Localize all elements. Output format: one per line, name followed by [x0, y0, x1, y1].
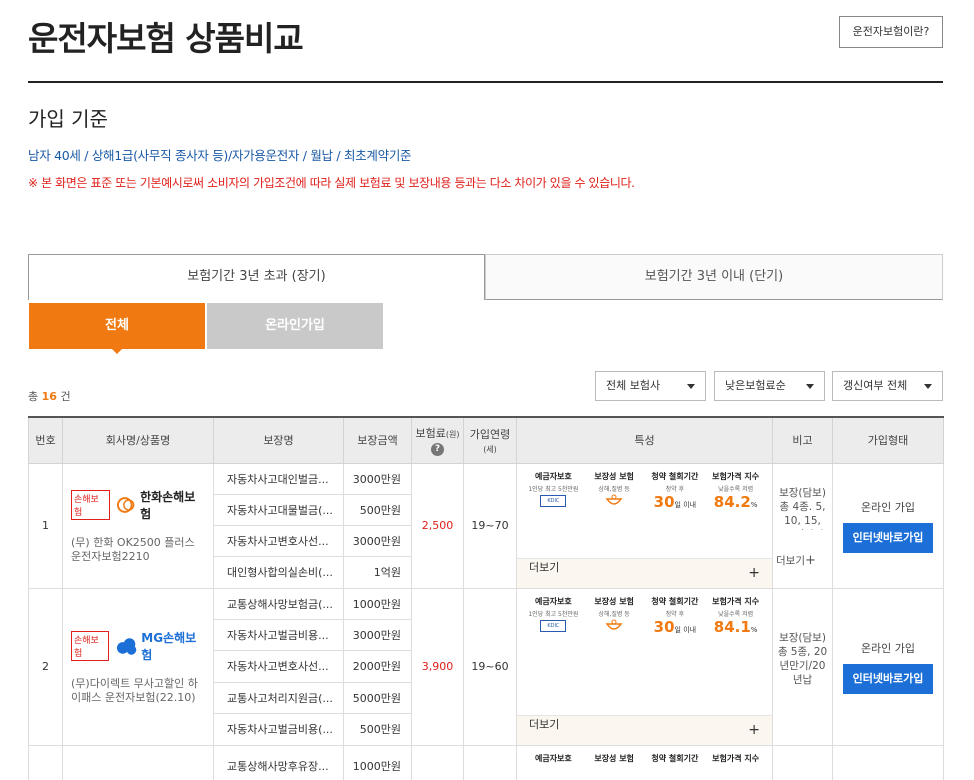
table-row: 교통상해사망후유장... 1000만원 예금자보호 보장성 보험 청약 철회기간 보험…	[28, 744, 944, 780]
coverage-name: 자동차사고벌금비용...	[213, 618, 344, 652]
coverage-amount: 1억원	[343, 556, 412, 589]
product-name: (무) 한화 OK2500 플러스 운전자보험2210	[71, 535, 195, 563]
more-button[interactable]: 더보기 +	[517, 557, 772, 588]
coverage-name: 교통사고처리지원금(...	[213, 681, 344, 715]
chevron-down-icon	[924, 384, 932, 389]
coverage-amount: 3000만원	[343, 618, 412, 652]
hanwha-logo: 한화손해보험	[116, 488, 206, 522]
coverage-amount: 1000만원	[343, 744, 412, 780]
join-cell: 온라인 가입 인터넷바로가입	[832, 462, 944, 589]
company-cell: 손해보험 MG손해보험 (무)다이렉트 무사고할인 하이패스 운전자보험(22.1…	[62, 587, 214, 746]
premium: 2,500	[411, 462, 464, 589]
withdraw-period-feature: 청약 철회기간 청약 후 30일 이내	[651, 596, 699, 636]
col-coverage: 보장명	[213, 416, 344, 464]
coverage-amount: 5000만원	[343, 681, 412, 715]
col-premium: 보험료(원)?	[411, 416, 464, 464]
withdraw-period-feature: 청약 철회기간 청약 후 30일 이내	[651, 471, 699, 511]
coverage-name: 자동차사고대물벌금(...	[213, 493, 344, 527]
plus-icon: +	[748, 564, 760, 581]
coverage-amount: 1000만원	[343, 587, 412, 620]
join-cell: 온라인 가입 인터넷바로가입	[832, 587, 944, 746]
product-name: (무)다이렉트 무사고할인 하이패스 운전자보험(22.10)	[71, 676, 198, 704]
tab-long-term[interactable]: 보험기간 3년 초과 (장기)	[28, 254, 485, 300]
chevron-down-icon	[806, 384, 814, 389]
col-note: 비고	[772, 416, 833, 464]
note-cell: 보장(담보) 총 5종, 20년만기/20년납	[772, 587, 833, 746]
row-no: 2	[28, 587, 63, 746]
company-select[interactable]: 전체 보험사	[595, 371, 706, 401]
coverage-name: 자동차사고변호사선...	[213, 524, 344, 558]
bowl-icon	[605, 494, 623, 505]
kdic-badge-icon: KDIC	[540, 494, 567, 507]
subtab-online[interactable]: 온라인가입	[207, 303, 383, 349]
coverage-name: 교통상해사망후유장...	[213, 744, 344, 780]
premium: 3,900	[411, 587, 464, 746]
renew-select[interactable]: 갱신여부 전체	[832, 371, 943, 401]
features-cell: 예금자보호 1인당 최고 5천만원 KDIC 보장성 보험 상해,질병 등 청약 철회…	[516, 587, 773, 746]
criteria-conditions: 남자 40세 / 상해1급(사무직 종사자 등)/자가용운전자 / 월납 / 최…	[28, 148, 412, 163]
deposit-protect-feature: 예금자보호 1인당 최고 5천만원 KDIC	[523, 472, 584, 558]
divider	[28, 81, 943, 83]
table-row: 1 손해보험 한화손해보험 (무) 한화 OK2500 플러스 운전자보험2210…	[28, 462, 944, 589]
mg-logo: MG손해보험	[115, 629, 205, 663]
coverage-amount: 500만원	[343, 713, 412, 746]
what-is-driver-insurance-button[interactable]: 운전자보험이란?	[839, 16, 943, 48]
coverage-amount: 2000만원	[343, 650, 412, 683]
kdic-badge-icon: KDIC	[540, 619, 567, 632]
deposit-protect-feature: 예금자보호 1인당 최고 5천만원 KDIC	[523, 597, 584, 715]
more-button[interactable]: 더보기 +	[517, 714, 772, 745]
col-features: 특성	[516, 416, 773, 464]
help-icon[interactable]: ?	[431, 442, 444, 456]
active-caret-icon	[111, 348, 123, 354]
coverage-type-feature: 보장성 보험 상해,질병 등	[584, 472, 645, 558]
criteria-title: 가입 기준	[28, 107, 108, 131]
coverage-amount: 3000만원	[343, 524, 412, 558]
col-join: 가입형태	[832, 416, 944, 464]
row-no: 1	[28, 462, 63, 589]
internet-join-button[interactable]: 인터넷바로가입	[843, 522, 933, 553]
coverage-name: 대인형사합의실손비(...	[213, 556, 344, 589]
col-age: 가입연령 (세)	[463, 416, 517, 464]
coverage-type-feature: 보장성 보험 상해,질병 등	[584, 597, 645, 715]
coverage-name: 자동차사고벌금비용(...	[213, 713, 344, 746]
coverage-name: 자동차사고대인벌금...	[213, 462, 344, 495]
plus-icon: +	[748, 721, 760, 738]
col-company: 회사명/상품명	[62, 416, 214, 464]
subtab-all[interactable]: 전체	[29, 303, 205, 349]
bowl-icon	[605, 619, 623, 630]
page-title: 운전자보험 상품비교	[28, 19, 304, 58]
coverage-amount: 3000만원	[343, 462, 412, 495]
age-range: 19~60	[463, 587, 517, 746]
note-cell: 보장(담보) 총 4종. 5, 10, 15, 20년만기 ....더보기+	[772, 462, 833, 589]
sort-select[interactable]: 낮은보험료순	[714, 371, 825, 401]
internet-join-button[interactable]: 인터넷바로가입	[843, 663, 933, 694]
tab-short-term[interactable]: 보험기간 3년 이내 (단기)	[485, 254, 943, 300]
table-row: 2 손해보험 MG손해보험 (무)다이렉트 무사고할인 하이패스 운전자보험(22…	[28, 587, 944, 746]
criteria-warning: ※ 본 화면은 표준 또는 기본예시로써 소비자의 가입조건에 따라 실제 보험…	[28, 176, 635, 190]
col-amount: 보장금액	[343, 416, 412, 464]
category-tag: 손해보험	[71, 630, 110, 661]
price-index-feature: 보험가격 지수 낮을수록 저렴 84.1%	[712, 596, 760, 636]
col-no: 번호	[28, 416, 63, 464]
company-cell: 손해보험 한화손해보험 (무) 한화 OK2500 플러스 운전자보험2210	[62, 462, 214, 589]
plus-icon: +	[804, 552, 816, 568]
result-count: 총 16 건	[28, 390, 71, 403]
age-range: 19~70	[463, 462, 517, 589]
comparison-table: 번호 회사명/상품명 보장명 보장금액 보험료(원)? 가입연령 (세) 특성 비…	[28, 416, 944, 780]
category-tag: 손해보험	[71, 489, 110, 520]
coverage-name: 교통상해사망보험금(...	[213, 587, 344, 620]
price-index-feature: 보험가격 지수 낮을수록 저렴 84.2%	[712, 471, 760, 511]
features-cell: 예금자보호 1인당 최고 5천만원 KDIC 보장성 보험 상해,질병 등 청약 철회…	[516, 462, 773, 589]
chevron-down-icon	[687, 384, 695, 389]
note-more-button[interactable]: 더보기+	[776, 552, 829, 568]
coverage-amount: 500만원	[343, 493, 412, 527]
coverage-name: 자동차사고변호사선...	[213, 650, 344, 683]
